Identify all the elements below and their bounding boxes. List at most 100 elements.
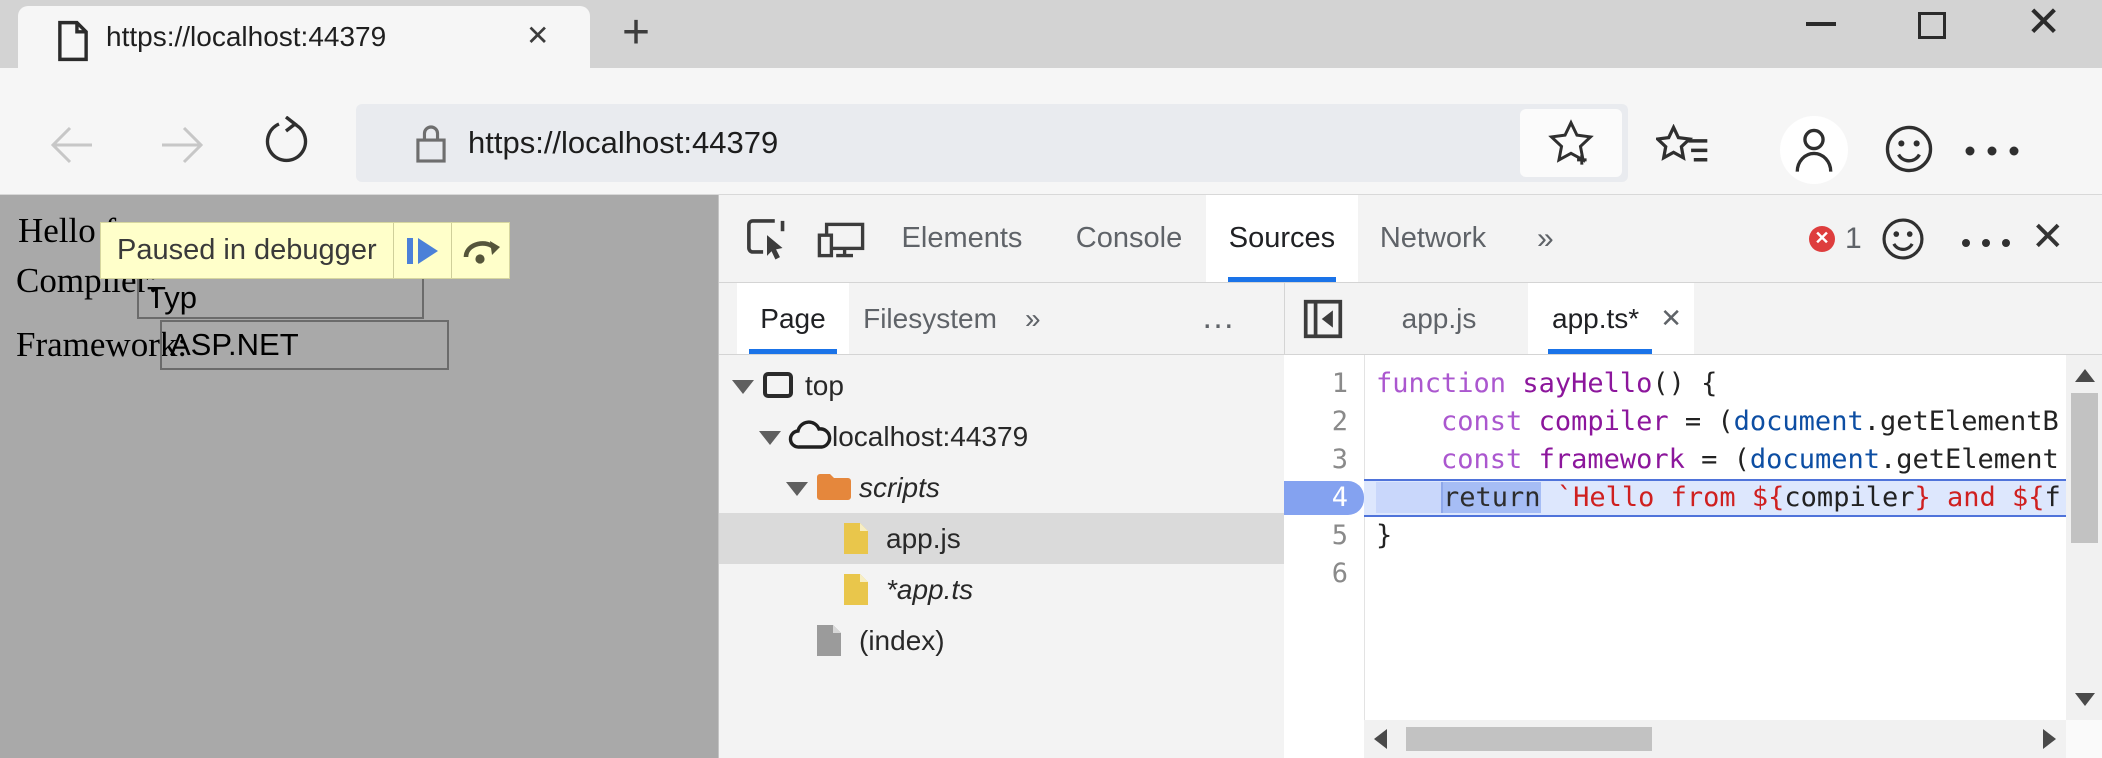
tab-page[interactable]: Page [737,283,849,354]
scrollbar-corner [2066,720,2102,758]
horizontal-scrollbar-thumb[interactable] [1406,727,1652,751]
tree-label: (index) [859,615,945,666]
scroll-right-arrow-icon[interactable] [2043,729,2056,749]
tree-row--app-ts[interactable]: *app.ts [719,564,1284,615]
tree-label: localhost:44379 [832,411,1028,462]
window-maximize-button[interactable] [1918,12,1946,39]
tree-label: top [805,360,844,411]
back-icon[interactable] [48,122,96,173]
url-text[interactable]: https://localhost:44379 [468,104,778,182]
tab-close-icon[interactable]: ✕ [526,6,549,68]
refresh-icon[interactable] [260,116,310,173]
scroll-left-arrow-icon[interactable] [1374,729,1387,749]
page-file-icon [54,20,92,67]
line-number[interactable]: 2 [1284,403,1364,441]
tree-row-top[interactable]: top [719,360,1284,411]
code-editor: 1function sayHello() {2 const compiler =… [1284,355,2102,758]
tab-elements[interactable]: Elements [891,195,1033,282]
line-number[interactable]: 3 [1284,441,1364,479]
code-text: const compiler = (document.getElementB [1364,403,2066,441]
scroll-down-arrow-icon[interactable] [2075,693,2095,706]
browser-toolbar: https://localhost:44379 [0,68,2102,195]
resume-script-button[interactable] [393,223,451,278]
code-line: 2 const compiler = (document.getElementB [1284,403,2066,441]
code-area: 1function sayHello() {2 const compiler =… [1284,365,2066,593]
horizontal-scrollbar[interactable] [1364,720,2066,758]
code-line: 6 [1284,555,2066,593]
file-navigator: toplocalhost:44379scriptsapp.js*app.ts(i… [719,355,1284,758]
navigator-more-icon[interactable]: … [1201,283,1238,354]
line-number[interactable]: 5 [1284,517,1364,555]
resume-script-icon [407,238,413,264]
devtools-menu-icon[interactable] [1959,235,2015,253]
inspect-icon[interactable] [745,217,789,266]
tree-label: scripts [859,462,940,513]
new-tab-button[interactable]: + [622,2,650,64]
devtools-toolbar: Elements Console Sources Network » ✕ 1 ✕ [719,195,2102,283]
editor-tab-appts[interactable]: app.ts* ✕ [1528,283,1694,354]
feedback-smiley-icon[interactable] [1884,124,1934,179]
file-gray-icon [815,623,843,663]
code-text: } [1364,517,2066,555]
editor-tab-appjs[interactable]: app.js [1379,283,1499,354]
code-text: return `Hello from ${compiler} and ${f [1364,479,2066,517]
settings-more-icon[interactable] [1962,144,2026,162]
code-text: function sayHello() { [1364,365,2066,403]
tree-row-localhost-44379[interactable]: localhost:44379 [719,411,1284,462]
error-count[interactable]: 1 [1845,195,1862,282]
vertical-scrollbar-thumb[interactable] [2071,393,2098,543]
editor-tab-appts-label: app.ts* [1552,303,1639,334]
tree-row-app-js[interactable]: app.js [719,513,1284,564]
code-line: 3 const framework = (document.getElement [1284,441,2066,479]
devtools-feedback-smiley-icon[interactable] [1881,217,1925,266]
code-line-paused: 4 return `Hello from ${compiler} and ${f [1284,479,2066,517]
cloud-icon [788,419,832,458]
collapse-sidebar-icon[interactable] [1302,298,1344,345]
scroll-up-arrow-icon[interactable] [2075,369,2095,382]
address-bar[interactable]: https://localhost:44379 [356,104,1628,182]
favorites-hub-icon[interactable] [1656,124,1710,179]
tab-console[interactable]: Console [1067,195,1191,282]
framework-input[interactable] [160,320,449,370]
profile-button[interactable] [1780,116,1848,184]
more-tabs-chevron-icon[interactable]: » [1537,195,1554,282]
error-badge-icon[interactable]: ✕ [1809,226,1835,252]
compiler-input[interactable] [137,276,424,319]
line-number[interactable]: 1 [1284,365,1364,403]
profile-icon [1793,127,1835,173]
devtools-close-icon[interactable]: ✕ [2031,195,2065,282]
file-yellow-icon [842,572,870,612]
tree-row-scripts[interactable]: scripts [719,462,1284,513]
step-over-button[interactable] [451,223,509,278]
vertical-scrollbar[interactable] [2066,355,2102,720]
tab-sources[interactable]: Sources [1206,195,1358,282]
window-minimize-button[interactable] [1806,22,1836,26]
tree-label: app.js [886,513,961,564]
lock-icon [414,122,448,171]
code-text [1364,555,2066,593]
window-close-button[interactable]: ✕ [2026,0,2061,48]
code-text: const framework = (document.getElement [1364,441,2066,479]
navigator-overflow-chevron-icon[interactable]: » [1025,283,1041,354]
file-yellow-icon [842,521,870,561]
step-over-icon [462,235,502,267]
tree-label: *app.ts [886,564,973,615]
expand-arrow-icon[interactable] [732,380,754,394]
tree-row--index-[interactable]: (index) [719,615,1284,666]
tab-filesystem[interactable]: Filesystem [859,283,1001,354]
forward-icon[interactable] [158,122,206,173]
folder-icon [815,470,853,507]
editor-tab-close-icon[interactable]: ✕ [1660,283,1682,354]
browser-tab-bar: https://localhost:44379 ✕ + ✕ [0,0,2102,68]
code-line: 5} [1284,517,2066,555]
tab-network[interactable]: Network [1367,195,1499,282]
paused-in-debugger-bar: Paused in debugger [100,222,510,279]
expand-arrow-icon[interactable] [786,482,808,496]
add-favorite-button[interactable] [1520,109,1622,177]
device-toolbar-icon[interactable] [817,219,865,266]
line-number[interactable]: 4 [1284,481,1364,515]
frame-icon [761,368,795,407]
line-number[interactable]: 6 [1284,555,1364,593]
expand-arrow-icon[interactable] [759,431,781,445]
browser-tab[interactable]: https://localhost:44379 ✕ [18,6,590,68]
